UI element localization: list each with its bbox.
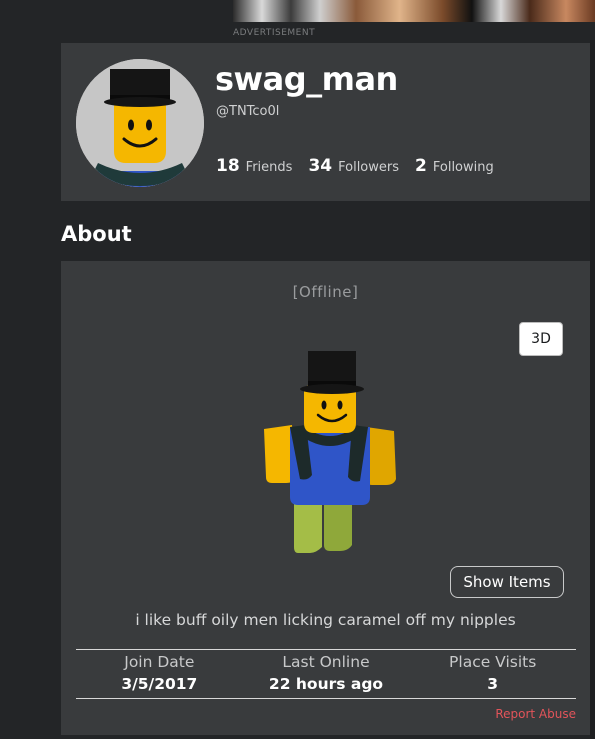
stat-followers[interactable]: 34 Followers (308, 156, 399, 176)
divider-bottom (76, 698, 576, 699)
avatar-full-body[interactable] (256, 347, 406, 557)
following-label: Following (432, 160, 494, 175)
avatar-full-body-image (264, 351, 396, 553)
presence-status: [Offline] (292, 283, 359, 301)
advertisement-label: ADVERTISEMENT (233, 28, 316, 38)
display-name: swag_man (215, 60, 398, 98)
about-card: [Offline] 3D Show Items i like buff oily… (61, 261, 590, 735)
toggle-3d-button[interactable]: 3D (519, 322, 563, 356)
page-edge (590, 40, 595, 739)
friends-label: Friends (245, 160, 293, 175)
avatar-headshot-image (76, 59, 204, 187)
place-visits-stat: Place Visits 3 (409, 652, 576, 696)
followers-label: Followers (338, 160, 400, 175)
place-visits-label: Place Visits (449, 653, 537, 671)
join-date-label: Join Date (124, 653, 195, 671)
stat-following[interactable]: 2 Following (415, 156, 494, 176)
avatar-headshot[interactable] (76, 59, 204, 187)
profile-blurb: i like buff oily men licking caramel off… (135, 611, 516, 629)
join-date-stat: Join Date 3/5/2017 (76, 652, 243, 696)
stat-friends[interactable]: 18 Friends (216, 156, 292, 176)
following-count: 2 (415, 156, 427, 176)
friends-count: 18 (216, 156, 240, 176)
about-section-title: About (61, 222, 132, 246)
profile-stats: 18 Friends 34 Followers 2 Following (216, 156, 510, 176)
show-items-button[interactable]: Show Items (450, 566, 564, 598)
profile-header-card: swag_man @TNTco0l 18 Friends 34 Follower… (61, 43, 590, 201)
join-date-value: 3/5/2017 (121, 675, 198, 693)
divider-top (76, 649, 576, 650)
followers-count: 34 (308, 156, 333, 176)
last-online-label: Last Online (282, 653, 370, 671)
place-visits-value: 3 (487, 675, 499, 693)
last-online-value: 22 hours ago (268, 675, 384, 693)
advertisement-banner[interactable] (233, 0, 595, 22)
username: @TNTco0l (216, 104, 280, 119)
last-online-stat: Last Online 22 hours ago (243, 652, 410, 696)
report-abuse-link[interactable]: Report Abuse (495, 707, 576, 721)
profile-info-row: Join Date 3/5/2017 Last Online 22 hours … (76, 652, 576, 696)
